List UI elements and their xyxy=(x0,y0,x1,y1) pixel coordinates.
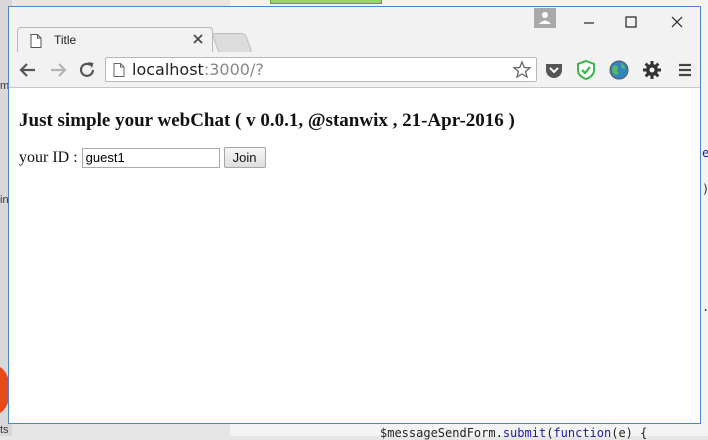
background-code-fragment-3: . xyxy=(702,300,708,314)
tab-title: Title xyxy=(54,33,77,47)
id-input[interactable] xyxy=(81,147,220,168)
forward-arrow-icon[interactable] xyxy=(47,59,69,81)
browser-toolbar: localhost:3000/? xyxy=(9,52,700,88)
star-icon[interactable] xyxy=(512,60,532,80)
pocket-icon[interactable] xyxy=(543,59,565,81)
page-icon xyxy=(30,34,42,48)
shield-check-icon[interactable] xyxy=(575,59,597,81)
maximize-icon[interactable] xyxy=(616,11,646,33)
browser-window: Title localhost:3000/? Just simple your … xyxy=(8,6,701,424)
id-label: your ID : xyxy=(19,148,78,166)
profile-button[interactable] xyxy=(534,8,556,28)
address-bar[interactable]: localhost:3000/? xyxy=(105,57,537,82)
login-form: your ID : Join xyxy=(19,147,266,168)
page-info-icon[interactable] xyxy=(113,63,125,77)
person-icon xyxy=(539,12,551,24)
page-content: Just simple your webChat ( v 0.0.1, @sta… xyxy=(9,88,700,423)
page-title: Just simple your webChat ( v 0.0.1, @sta… xyxy=(19,110,515,131)
join-button[interactable]: Join xyxy=(223,147,266,168)
reload-icon[interactable] xyxy=(76,59,98,81)
new-tab-button[interactable] xyxy=(211,33,253,53)
background-code-fragment-2: ) xyxy=(702,182,708,196)
background-code-line: $messageSendForm.submit(function(e) { xyxy=(380,426,648,440)
window-close-icon[interactable] xyxy=(662,11,692,33)
minimize-icon[interactable] xyxy=(574,11,604,33)
close-icon[interactable] xyxy=(192,33,204,45)
back-arrow-icon[interactable] xyxy=(17,59,39,81)
background-left-text-3: ts xyxy=(0,424,9,436)
gear-icon[interactable] xyxy=(641,59,663,81)
title-bar[interactable]: Title xyxy=(9,7,700,53)
globe-icon[interactable] xyxy=(608,59,630,81)
background-code-fragment-1: e xyxy=(702,146,708,160)
url-text: localhost:3000/? xyxy=(132,60,264,79)
hamburger-menu-icon[interactable] xyxy=(674,59,696,81)
browser-tab[interactable]: Title xyxy=(17,27,213,53)
background-green-strip xyxy=(270,0,382,4)
